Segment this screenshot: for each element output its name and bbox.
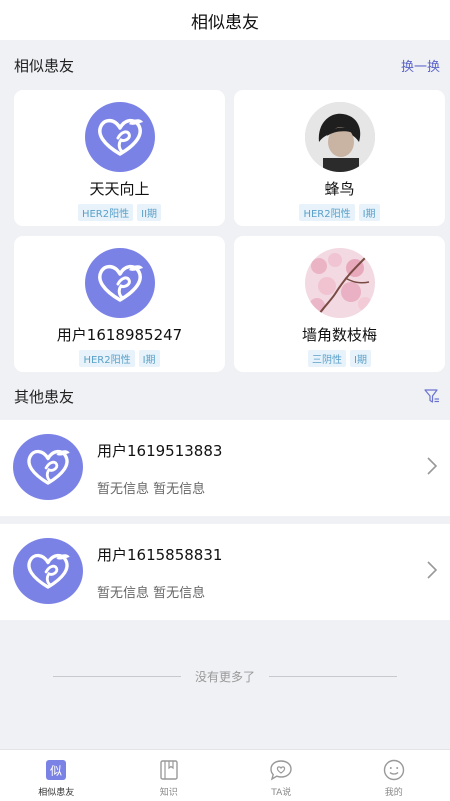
list-item[interactable]: 用户1619513883 暂无信息 暂无信息 [0,420,450,516]
similar-section-header: 相似患友 换一换 [0,50,450,80]
bottom-tab-bar: 似 相似患友 知识 TA说 [0,749,450,801]
avatar [13,434,83,500]
app-logo-icon [13,538,83,604]
no-more-indicator: 没有更多了 [0,666,450,686]
tab-label: TA说 [271,785,291,798]
tab-similar[interactable]: 似 相似患友 [0,750,113,801]
avatar [305,248,375,318]
svg-text:似: 似 [50,764,62,778]
others-section-title: 其他患友 [14,386,74,407]
user-photo-icon [305,102,375,172]
divider [53,676,181,677]
tag: HER2阳性 [79,350,134,367]
tag: I期 [359,204,380,221]
filter-button[interactable] [424,388,440,404]
app-logo-icon [13,434,83,500]
card-name: 用户1618985247 [57,324,182,345]
book-icon [157,758,181,782]
list-item[interactable]: 用户1615858831 暂无信息 暂无信息 [0,524,450,620]
similar-card[interactable]: 用户1618985247 HER2阳性 I期 [14,236,225,372]
avatar [85,248,155,318]
app-logo-icon [85,102,155,172]
tab-ta-shuo[interactable]: TA说 [225,750,338,801]
tag: HER2阳性 [78,204,133,221]
tab-knowledge[interactable]: 知识 [113,750,226,801]
user-info: 暂无信息 暂无信息 [97,478,205,497]
similar-section-title: 相似患友 [14,55,74,76]
card-name: 蜂鸟 [324,178,354,199]
tag: HER2阳性 [299,204,354,221]
avatar [13,538,83,604]
tag: 三阴性 [308,350,346,367]
tab-label: 相似患友 [38,785,74,798]
avatar [85,102,155,172]
tab-mine[interactable]: 我的 [338,750,450,801]
chat-heart-icon [269,758,293,782]
others-section-header: 其他患友 [0,381,450,411]
similar-card[interactable]: 墙角数枝梅 三阴性 I期 [234,236,445,372]
user-info: 暂无信息 暂无信息 [97,582,205,601]
refresh-button[interactable]: 换一换 [401,56,440,75]
top-bar: 相似患友 [0,0,450,40]
chevron-right-icon [426,456,438,476]
app-logo-icon [85,248,155,318]
blossom-photo-icon [305,248,375,318]
tab-label: 知识 [160,785,178,798]
similar-icon: 似 [44,758,68,782]
tag: I期 [350,350,371,367]
tab-label: 我的 [385,785,403,798]
tag: II期 [137,204,161,221]
tag: I期 [139,350,160,367]
divider [269,676,397,677]
page-title: 相似患友 [191,8,259,33]
user-name: 用户1619513883 [97,440,222,461]
chevron-right-icon [426,560,438,580]
similar-card[interactable]: 天天向上 HER2阳性 II期 [14,90,225,226]
no-more-text: 没有更多了 [195,668,255,685]
smile-icon [382,758,406,782]
user-name: 用户1615858831 [97,544,222,565]
filter-icon [424,388,440,404]
similar-card[interactable]: 蜂鸟 HER2阳性 I期 [234,90,445,226]
avatar [305,102,375,172]
card-name: 天天向上 [89,178,149,199]
card-name: 墙角数枝梅 [302,324,377,345]
